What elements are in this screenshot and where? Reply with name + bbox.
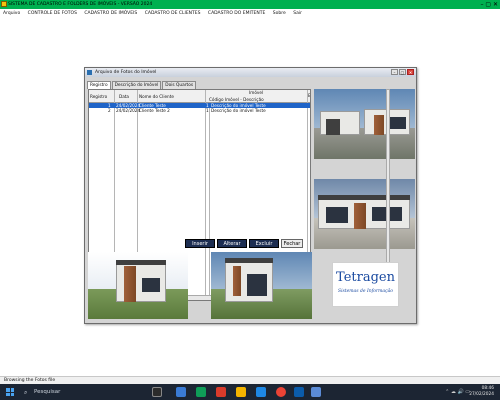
menu-cadastro-de-clientes[interactable]: CADASTRO DE CLIENTES [145, 11, 201, 16]
menu-cadastro-do-emitente[interactable]: CADASTRO DO EMITENTE [208, 11, 265, 16]
app-icon [1, 1, 7, 7]
window-controls: – ▢ ✕ [391, 69, 414, 75]
col-data[interactable]: Data [119, 94, 129, 99]
tab-dois-quartos[interactable]: Dois Quartos [162, 81, 197, 89]
menu-cadastro-de-imoveis[interactable]: CADASTRO DE IMÓVEIS [84, 11, 137, 16]
tab-descricao-do-imovel[interactable]: Descrição do Imóvel [111, 81, 162, 89]
col-divider [205, 90, 206, 300]
file-explorer-icon[interactable] [236, 387, 246, 397]
tab-registro[interactable]: Registro [87, 81, 111, 89]
minimize-button[interactable]: – [391, 69, 398, 75]
col-divider [209, 103, 210, 300]
close-button[interactable]: ✕ [407, 69, 414, 75]
menu-sobre[interactable]: Sobre [273, 11, 286, 16]
taskbar: ⌕ Pesquisar ⌃ ☁ 🔊 ▭ 08:46 27/02/2024 [0, 384, 500, 400]
cell-cliente: Cliente Teste 2 [139, 108, 170, 113]
app-title: SISTEMA DE CADASTRO E FOLDERS DE IMÓVEIS… [8, 2, 153, 7]
photo-preview-1 [314, 89, 415, 159]
inserir-button[interactable]: Inserir [185, 239, 215, 248]
status-bar: Browsing the Fotos file [0, 376, 500, 384]
photo-archive-window: Arquivo de Fotos do Imóvel – ▢ ✕ Registr… [84, 67, 417, 324]
menu-arquivo[interactable]: Arquivo [3, 11, 20, 16]
tab-strip: Registro Descrição do Imóvel Dois Quarto… [87, 81, 197, 89]
search-icon: ⌕ [24, 389, 28, 396]
windows-start-icon[interactable] [6, 388, 14, 396]
fechar-button[interactable]: Fechar [281, 239, 303, 248]
edge-icon[interactable] [256, 387, 266, 397]
col-imovel-sub[interactable]: Código Imóvel - Descrição [209, 97, 264, 102]
menu-controle-de-fotos[interactable]: CONTROLE DE FOTOS [28, 11, 77, 16]
window-title: Arquivo de Fotos do Imóvel [95, 70, 157, 75]
logo-name: Tetragen [336, 270, 395, 285]
window-icon [87, 70, 92, 75]
clock-date: 27/02/2024 [469, 392, 494, 397]
task-view-icon[interactable] [152, 387, 162, 397]
app-red-icon[interactable] [216, 387, 226, 397]
excel-icon[interactable] [196, 387, 206, 397]
photo-thumbnail-2 [211, 252, 312, 319]
cell-data: 24/02/2024 [116, 108, 141, 113]
cell-registro: 2 [108, 108, 111, 113]
menu-bar: Arquivo CONTROLE DE FOTOS CADASTRO DE IM… [0, 9, 500, 18]
app-blue-icon[interactable] [294, 387, 304, 397]
app-title-bar: SISTEMA DE CADASTRO E FOLDERS DE IMÓVEIS… [0, 0, 500, 9]
alterar-button[interactable]: Alterar [217, 239, 247, 248]
col-extra: E [308, 93, 311, 98]
col-imovel[interactable]: Imóvel [249, 90, 263, 95]
cell-codigo: 1 [206, 108, 209, 113]
search-placeholder: Pesquisar [34, 389, 61, 395]
taskbar-search[interactable]: ⌕ Pesquisar [22, 387, 122, 397]
photo-preview-2 [314, 179, 415, 249]
app-window-controls[interactable]: – ▢ ✕ [480, 0, 498, 9]
col-cliente[interactable]: Nome do Cliente [139, 94, 174, 99]
status-text: Browsing the Fotos file [4, 378, 56, 383]
tetragen-logo: Tetragen Sistemas de Informação [332, 262, 399, 307]
clock[interactable]: 08:46 27/02/2024 [469, 386, 494, 398]
chrome-icon[interactable] [276, 387, 286, 397]
app-pinned-icon[interactable] [176, 387, 186, 397]
active-app-icon[interactable] [311, 387, 321, 397]
cell-descricao: Descrição do imóvel Teste [211, 108, 266, 113]
col-registro[interactable]: Registro [90, 94, 107, 99]
maximize-button[interactable]: ▢ [399, 69, 406, 75]
logo-subtitle: Sistemas de Informação [337, 289, 394, 294]
menu-sair[interactable]: Sair [293, 11, 302, 16]
grid-header: Registro Data Nome do Cliente Imóvel Cód… [89, 90, 310, 103]
photo-thumbnail-1 [88, 252, 188, 319]
table-row[interactable]: 2 24/02/2024 Cliente Teste 2 1 Descrição… [89, 108, 310, 113]
excluir-button[interactable]: Excluir [249, 239, 279, 248]
system-tray-icons[interactable]: ⌃ ☁ 🔊 ▭ [445, 389, 470, 395]
window-title-bar[interactable]: Arquivo de Fotos do Imóvel – ▢ ✕ [85, 68, 416, 77]
